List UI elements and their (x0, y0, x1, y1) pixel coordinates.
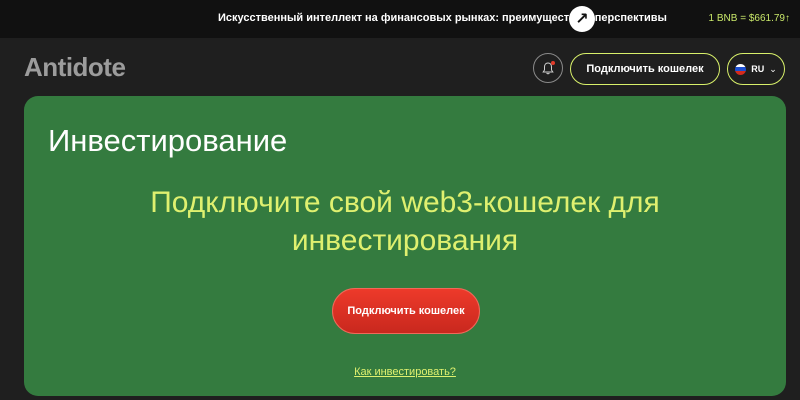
connect-wallet-headline: Подключите свой web3-кошелек для инвести… (24, 184, 786, 260)
how-to-invest-link[interactable]: Как инвестировать? (354, 366, 456, 378)
bnb-price-ticker: 1 BNB = $661.79↑ (708, 13, 790, 24)
connect-wallet-button[interactable]: Подключить кошелек (332, 288, 480, 334)
language-code: RU (751, 64, 765, 74)
headline-line-2: инвестирования (291, 224, 519, 257)
notification-dot (551, 61, 555, 65)
chevron-down-icon: ⌄ (769, 63, 777, 74)
news-open-button[interactable]: ↗ (569, 6, 595, 32)
headline-line-1: Подключите свой web3-кошелек для (150, 186, 660, 219)
news-headline[interactable]: Искусственный интеллект на финансовых ры… (218, 12, 667, 24)
language-selector[interactable]: RU ⌄ (727, 53, 785, 85)
russia-flag-icon (735, 63, 747, 75)
arrow-up-right-icon: ↗ (575, 11, 589, 28)
page-title: Инвестирование (48, 123, 288, 158)
investing-card: Инвестирование Подключите свой web3-коше… (24, 96, 786, 396)
notifications-button[interactable] (533, 53, 563, 83)
announcement-bar: Искусственный интеллект на финансовых ры… (0, 0, 800, 38)
site-header: Antidote Подключить кошелек RU ⌄ (0, 38, 800, 96)
logo[interactable]: Antidote (24, 52, 126, 83)
header-connect-wallet-button[interactable]: Подключить кошелек (570, 53, 720, 85)
